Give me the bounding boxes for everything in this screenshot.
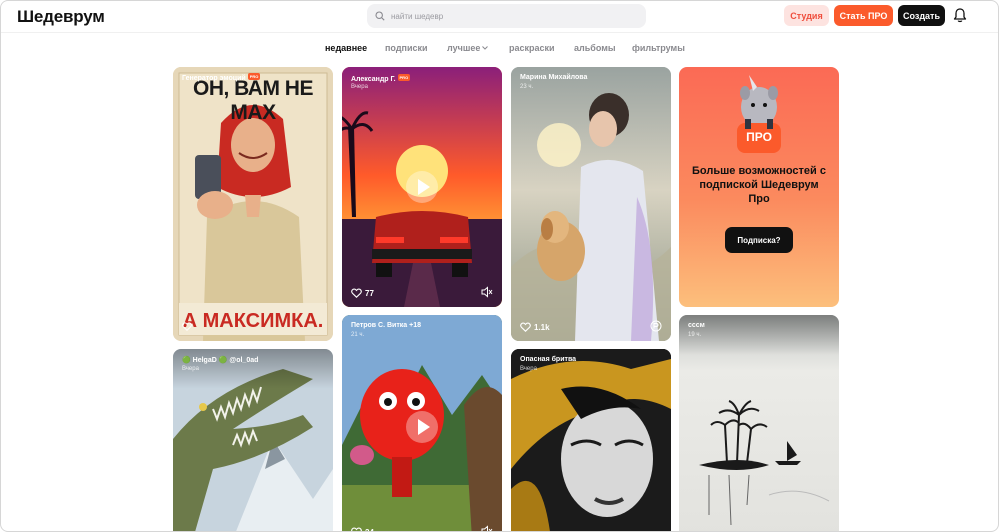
card-time: Вчера bbox=[520, 366, 537, 372]
play-button[interactable] bbox=[406, 411, 438, 443]
heart-icon bbox=[351, 527, 362, 531]
search-bar[interactable] bbox=[367, 4, 646, 28]
heart-icon[interactable] bbox=[182, 322, 192, 331]
poster-headline: ОН, ВАМ НЕ MAX bbox=[193, 77, 313, 124]
feed-card[interactable]: Опасная бритва Вчера bbox=[511, 349, 671, 531]
play-button[interactable] bbox=[406, 171, 438, 203]
tab-filterrooms[interactable]: фильтрумы bbox=[632, 43, 685, 53]
pro-promo-card[interactable]: ПРО Больше возможностей с подпиской Шеде… bbox=[679, 67, 839, 307]
card-author[interactable]: 🟢 HelgaD 🟢 @ol_0ad bbox=[182, 356, 258, 364]
card-author[interactable]: Петров С. Витка +18 bbox=[351, 322, 421, 329]
card-author[interactable]: Генератор эмоций PRO bbox=[182, 73, 261, 82]
pro-badge: PRO bbox=[247, 73, 261, 80]
like-count: 1.1k bbox=[534, 322, 550, 332]
search-input[interactable] bbox=[389, 10, 633, 22]
heart-icon bbox=[351, 288, 362, 298]
mute-icon[interactable] bbox=[481, 286, 493, 298]
header-divider bbox=[1, 32, 998, 33]
tab-best-label: лучшее bbox=[447, 43, 481, 53]
app-window: Шедеврум Студия Стать ПРО Создать недавн… bbox=[0, 0, 999, 532]
promo-text: Больше возможностей с подпиской Шедеврум… bbox=[692, 165, 826, 205]
like-count: 77 bbox=[365, 288, 374, 298]
feed-card[interactable]: 🟢 HelgaD 🟢 @ol_0ad Вчера bbox=[173, 349, 333, 531]
feed-card[interactable]: Петров С. Витка +18 21 ч. 24 bbox=[342, 315, 502, 532]
tab-albums[interactable]: альбомы bbox=[574, 43, 616, 53]
feed-card[interactable]: Марина Михайлова 23 ч. 1.1k bbox=[511, 67, 671, 341]
like-button[interactable]: 24 bbox=[351, 527, 374, 532]
card-author-name: Генератор эмоций bbox=[182, 75, 246, 82]
feed-card[interactable]: ОН, ВАМ НЕ MAX А МАКСИМКА. Генератор эмо… bbox=[173, 67, 333, 341]
card-time: Вчера bbox=[182, 366, 199, 372]
pro-badge: PRO bbox=[397, 74, 411, 81]
chevron-down-icon bbox=[482, 46, 489, 50]
card-time: Вчера bbox=[351, 84, 368, 90]
subscribe-button[interactable]: Подписка? bbox=[725, 227, 793, 253]
card-author[interactable]: Опасная бритва bbox=[520, 356, 576, 363]
remix-icon[interactable] bbox=[650, 320, 662, 332]
search-icon bbox=[375, 11, 385, 21]
pro-badge: ПРО bbox=[746, 130, 772, 144]
card-author-name: Александр Г. bbox=[351, 76, 396, 83]
tab-coloring[interactable]: раскраски bbox=[509, 43, 555, 53]
like-button[interactable]: 77 bbox=[351, 288, 374, 298]
feed-card[interactable]: Александр Г. PRO Вчера 77 bbox=[342, 67, 502, 307]
create-button[interactable]: Создать bbox=[898, 5, 945, 26]
card-image bbox=[511, 67, 671, 341]
card-author[interactable]: Александр Г. PRO bbox=[351, 74, 411, 83]
feed-tabs: недавнее подписки лучшее раскраски альбо… bbox=[1, 43, 998, 57]
card-time: 19 ч. bbox=[688, 332, 702, 338]
like-button[interactable]: 1.1k bbox=[520, 322, 550, 332]
card-image bbox=[511, 349, 671, 531]
rhino-mascot-icon bbox=[737, 75, 781, 153]
studio-button[interactable]: Студия bbox=[784, 5, 829, 26]
tab-best[interactable]: лучшее bbox=[447, 43, 489, 53]
feed-card[interactable]: сссм 19 ч. bbox=[679, 315, 839, 531]
card-author[interactable]: сссм bbox=[688, 322, 705, 329]
mute-icon[interactable] bbox=[481, 525, 493, 532]
bell-icon[interactable] bbox=[952, 7, 968, 24]
card-time: 21 ч. bbox=[351, 332, 365, 338]
card-time: 23 ч. bbox=[520, 84, 534, 90]
tab-recent[interactable]: недавнее bbox=[325, 43, 367, 53]
logo[interactable]: Шедеврум bbox=[17, 7, 105, 27]
card-gradient bbox=[679, 315, 839, 355]
heart-icon bbox=[520, 322, 531, 332]
become-pro-button[interactable]: Стать ПРО bbox=[834, 5, 893, 26]
poster-footer: А МАКСИМКА. bbox=[182, 310, 324, 332]
card-author[interactable]: Марина Михайлова bbox=[520, 74, 587, 81]
like-count: 24 bbox=[365, 527, 374, 532]
tab-subscriptions[interactable]: подписки bbox=[385, 43, 428, 53]
